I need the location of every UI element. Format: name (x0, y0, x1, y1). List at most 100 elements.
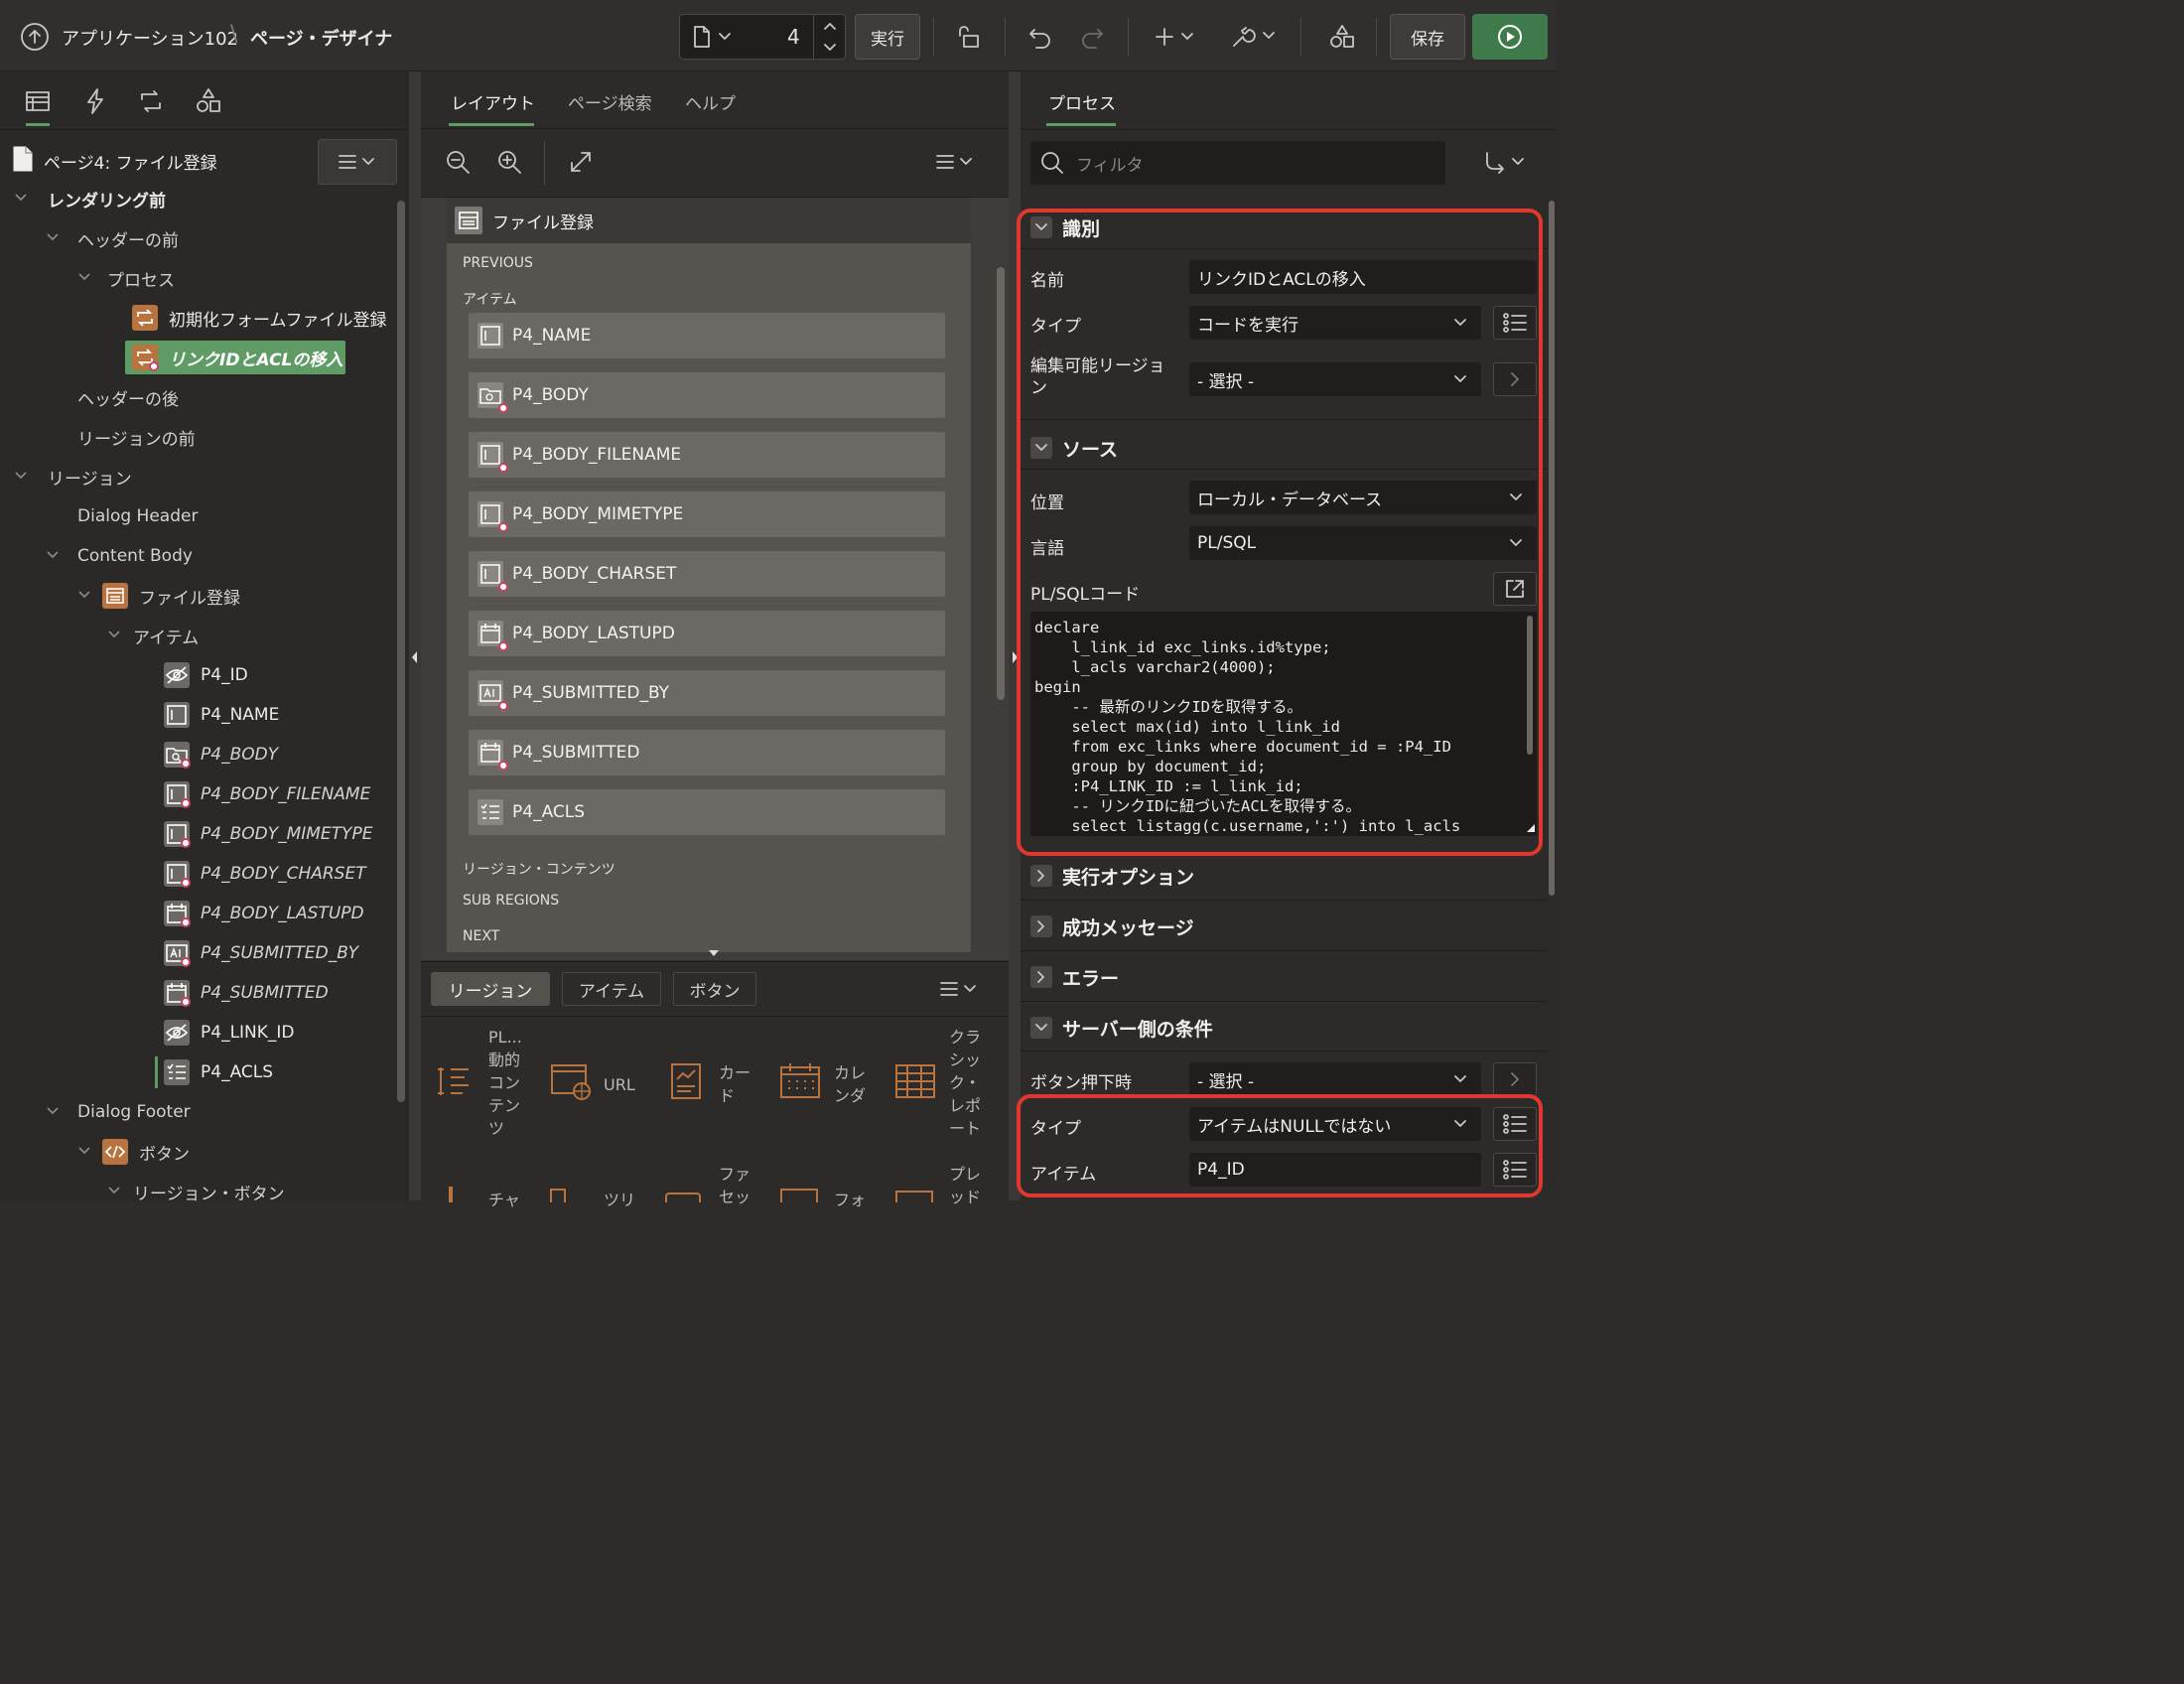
chevron-down-icon[interactable] (46, 550, 60, 564)
tree-node[interactable]: 初期化フォームファイル登録 (0, 300, 397, 336)
tree-node[interactable]: P4_SUBMITTED (0, 975, 397, 1011)
gallery-item-calendar[interactable]: カレ ンダ (834, 1061, 866, 1107)
tree-node[interactable]: ファイル登録 (0, 578, 397, 614)
save-button[interactable]: 保存 (1390, 14, 1465, 60)
tab-process[interactable]: プロセス (1048, 89, 1116, 114)
gallery-tab-items[interactable]: アイテム (562, 972, 661, 1006)
tree-node[interactable]: ヘッダーの前 (0, 220, 397, 256)
tree-node[interactable]: レンダリング前 (0, 181, 397, 216)
zoom-in-icon[interactable] (496, 149, 522, 175)
url-region-icon[interactable] (550, 1061, 594, 1101)
section-source[interactable]: ソース (1030, 433, 1118, 463)
tab-layout[interactable]: レイアウト (451, 89, 535, 114)
code-scrollbar[interactable] (1527, 616, 1533, 755)
shared-components-icon[interactable] (1320, 14, 1364, 60)
list-icon[interactable] (1493, 306, 1537, 340)
left-splitter[interactable] (409, 71, 421, 1200)
processing-tab-icon[interactable] (137, 87, 165, 115)
tab-page-search[interactable]: ページ検索 (568, 89, 652, 114)
section-success-message[interactable]: 成功メッセージ (1030, 912, 1194, 941)
chevron-down-icon[interactable] (77, 272, 91, 286)
gallery-item-chart[interactable]: チャ (488, 1187, 520, 1210)
unlock-icon[interactable] (948, 14, 988, 60)
editable-region-select[interactable]: - 選択 - (1189, 362, 1481, 396)
chevron-down-icon[interactable] (77, 1146, 91, 1160)
tree-node[interactable]: P4_BODY_MIMETYPE (0, 816, 397, 852)
chevron-down-icon[interactable] (77, 590, 91, 604)
condition-type-select[interactable]: アイテムはNULLではない (1189, 1107, 1481, 1141)
layout-item[interactable]: P4_BODY_LASTUPD (469, 611, 945, 656)
section-server-condition[interactable]: サーバー側の条件 (1030, 1013, 1213, 1043)
tree-node[interactable]: Content Body (0, 538, 397, 574)
gallery-tab-buttons[interactable]: ボタン (673, 972, 756, 1006)
chevron-down-icon[interactable] (107, 1186, 121, 1199)
expand-icon[interactable] (568, 149, 594, 175)
tree-node[interactable]: P4_LINK_ID (0, 1015, 397, 1051)
tree-node[interactable]: P4_BODY (0, 737, 397, 772)
tree-node[interactable]: P4_BODY_FILENAME (0, 776, 397, 812)
go-to-group-icon[interactable] (1483, 151, 1529, 175)
name-input[interactable]: リンクIDとACLの移入 (1189, 260, 1537, 294)
location-select[interactable]: ローカル・データベース (1189, 481, 1537, 514)
section-identification[interactable]: 識別 (1030, 212, 1100, 242)
tree-scrollbar[interactable] (397, 201, 405, 1102)
undo-icon[interactable] (1021, 14, 1060, 60)
layout-item[interactable]: P4_SUBMITTED (469, 730, 945, 775)
tree-node[interactable]: P4_SUBMITTED_BY (0, 935, 397, 971)
tree-node[interactable]: ボタン (0, 1134, 397, 1170)
section-execution-options[interactable]: 実行オプション (1030, 861, 1194, 891)
tree-node[interactable]: リンクIDとACLの移入 (0, 340, 397, 375)
layout-menu-icon[interactable] (933, 153, 977, 171)
layout-item[interactable]: P4_BODY_FILENAME (469, 432, 945, 478)
condition-item-input[interactable]: P4_ID (1189, 1153, 1481, 1187)
tree-node[interactable]: P4_BODY_CHARSET (0, 856, 397, 892)
tree-node[interactable]: Dialog Footer (0, 1094, 397, 1130)
filter-field[interactable]: フィルタ (1030, 141, 1445, 185)
tree-node[interactable]: リージョンの前 (0, 419, 397, 455)
tree-menu-button[interactable] (318, 139, 397, 185)
gallery-item-cards[interactable]: カー ド (719, 1061, 751, 1107)
chevron-down-icon[interactable] (46, 232, 60, 246)
cards-icon[interactable] (669, 1061, 703, 1101)
chevron-down-icon[interactable] (14, 471, 28, 485)
app-title-link[interactable]: アプリケーション102 (62, 25, 238, 51)
layout-item[interactable]: P4_ACLS (469, 789, 945, 835)
chevron-down-icon[interactable] (14, 193, 28, 207)
list-icon[interactable] (1493, 1107, 1537, 1141)
rendering-tab-icon[interactable] (24, 87, 52, 115)
layout-item[interactable]: P4_BODY_CHARSET (469, 551, 945, 597)
run-button[interactable] (1472, 14, 1548, 60)
tree-node[interactable]: リージョン・ボタン (0, 1174, 397, 1209)
tree-node[interactable]: P4_ID (0, 657, 397, 693)
chevron-down-icon[interactable] (46, 1106, 60, 1120)
redo-icon[interactable] (1072, 14, 1112, 60)
language-select[interactable]: PL/SQL (1189, 526, 1537, 560)
gallery-item-url[interactable]: URL (604, 1075, 635, 1094)
page-stepper[interactable] (823, 21, 837, 53)
when-button-pressed-select[interactable]: - 選択 - (1189, 1062, 1481, 1096)
tree-node[interactable]: P4_ACLS (0, 1054, 397, 1090)
type-select[interactable]: コードを実行 (1189, 306, 1481, 340)
right-splitter[interactable] (1009, 71, 1021, 1200)
region-file-register[interactable]: ファイル登録 PREVIOUS アイテム P4_NAME P4_BODY P4_BO… (447, 198, 971, 952)
gallery-item-faceted[interactable]: ファ セッ (719, 1163, 751, 1208)
layout-item[interactable]: P4_BODY (469, 372, 945, 418)
canvas-scrollbar[interactable] (997, 267, 1005, 700)
tree-node[interactable]: リージョン (0, 459, 397, 494)
gallery-item-spreadsheet[interactable]: プレ ッド (949, 1163, 981, 1208)
page-selector[interactable]: 4 (679, 14, 846, 60)
layout-item[interactable]: P4_SUBMITTED_BY (469, 670, 945, 716)
property-scrollbar[interactable] (1549, 201, 1555, 896)
page-number-input[interactable]: 4 (787, 25, 800, 49)
tree-node[interactable]: Dialog Header (0, 498, 397, 534)
code-editor-expand-icon[interactable] (1493, 572, 1537, 606)
chevron-right-icon[interactable] (1493, 362, 1537, 396)
up-arrow-icon[interactable] (20, 22, 50, 52)
tree-node[interactable]: P4_BODY_LASTUPD (0, 896, 397, 931)
zoom-out-icon[interactable] (445, 149, 471, 175)
dynamic-actions-tab-icon[interactable] (81, 87, 109, 115)
shared-components-tab-icon[interactable] (195, 87, 222, 115)
list-icon[interactable] (1493, 1153, 1537, 1187)
dynamic-content-icon[interactable] (435, 1061, 475, 1101)
tree-node[interactable]: プロセス (0, 260, 397, 296)
